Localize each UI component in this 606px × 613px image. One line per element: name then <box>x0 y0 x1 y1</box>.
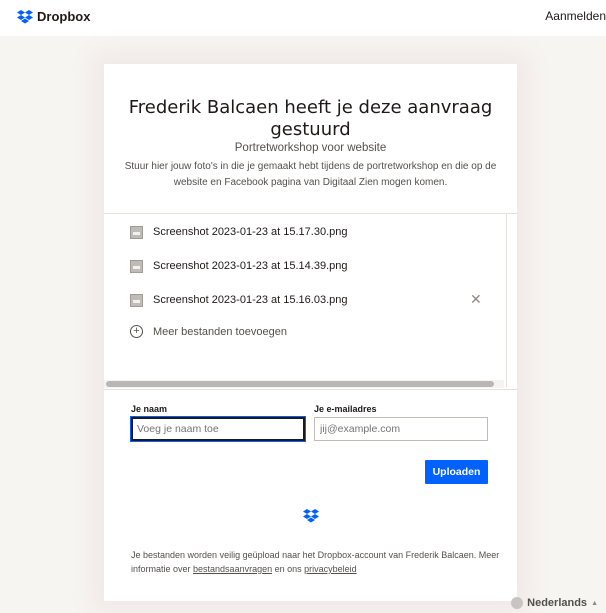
plus-circle-icon: + <box>130 325 143 338</box>
signin-link[interactable]: Aanmelden <box>545 9 606 23</box>
language-label: Nederlands <box>527 597 588 609</box>
dropbox-icon <box>303 509 319 528</box>
add-more-files-button[interactable]: + Meer bestanden toevoegen <box>130 325 287 338</box>
request-description: Stuur hier jouw foto's in die je gemaakt… <box>124 161 497 188</box>
footer-text-part: en ons <box>272 564 305 574</box>
divider <box>104 389 517 390</box>
horizontal-scrollbar-thumb[interactable] <box>106 381 494 387</box>
globe-icon <box>511 597 524 609</box>
upload-button[interactable]: Uploaden <box>425 460 488 484</box>
image-file-icon <box>130 293 143 307</box>
file-requests-link[interactable]: bestandsaanvragen <box>193 564 272 574</box>
chevron-up-icon: ▲ <box>591 599 598 607</box>
email-input[interactable] <box>314 417 488 441</box>
add-more-label: Meer bestanden toevoegen <box>153 325 287 338</box>
dropbox-icon <box>17 9 33 23</box>
vertical-scrollbar[interactable] <box>506 214 507 387</box>
image-file-icon <box>130 225 143 239</box>
image-file-icon <box>130 259 143 273</box>
request-subtitle: Portretworkshop voor website <box>234 142 387 154</box>
file-request-card: Frederik Balcaen heeft je deze aanvraag … <box>104 64 517 601</box>
request-title: Frederik Balcaen heeft je deze aanvraag … <box>128 97 493 140</box>
file-row: Screenshot 2023-01-23 at 15.14.39.png <box>130 249 490 283</box>
file-row: Screenshot 2023-01-23 at 15.16.03.png ✕ <box>130 283 490 317</box>
footer-notice: Je bestanden worden veilig geüpload naar… <box>131 548 501 576</box>
name-input[interactable] <box>131 417 305 441</box>
file-name: Screenshot 2023-01-23 at 15.14.39.png <box>153 260 348 272</box>
privacy-policy-link[interactable]: privacybeleid <box>304 564 357 574</box>
dropbox-logo[interactable]: Dropbox <box>17 9 90 24</box>
close-icon[interactable]: ✕ <box>470 292 484 306</box>
brand-name: Dropbox <box>37 9 91 24</box>
file-row: Screenshot 2023-01-23 at 15.17.30.png <box>130 215 490 249</box>
top-bar: Dropbox Aanmelden <box>0 0 606 36</box>
file-name: Screenshot 2023-01-23 at 15.16.03.png <box>153 294 348 306</box>
language-selector[interactable]: Nederlands ▲ <box>511 597 598 609</box>
file-list[interactable]: Screenshot 2023-01-23 at 15.17.30.png Sc… <box>104 214 504 389</box>
file-name: Screenshot 2023-01-23 at 15.17.30.png <box>153 226 348 238</box>
name-label: Je naam <box>131 404 168 414</box>
email-label: Je e-mailadres <box>314 404 377 414</box>
